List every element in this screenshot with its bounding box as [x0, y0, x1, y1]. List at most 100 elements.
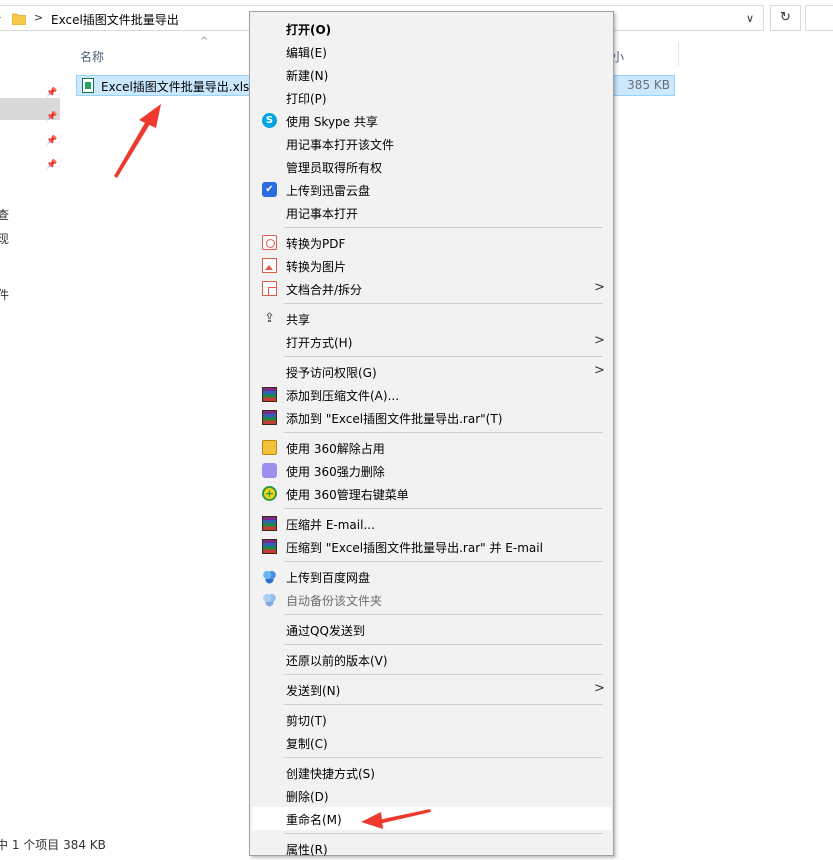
menu-separator	[284, 356, 603, 357]
360-delete-icon	[262, 463, 277, 478]
merge-split-icon	[262, 281, 277, 296]
menu-item-label: 转换为PDF	[286, 237, 346, 251]
menu-item-send-to[interactable]: 发送到(N) >	[252, 678, 611, 701]
menu-separator	[284, 704, 603, 705]
menu-item-open-notepad-file[interactable]: 用记事本打开该文件	[252, 132, 611, 155]
menu-item-take-ownership[interactable]: 管理员取得所有权	[252, 155, 611, 178]
360-unlock-icon	[262, 440, 277, 455]
menu-item-properties[interactable]: 属性(R)	[252, 837, 611, 860]
menu-item-label: 重命名(M)	[286, 813, 342, 827]
image-convert-icon	[262, 258, 277, 273]
menu-item-skype-share[interactable]: S 使用 Skype 共享	[252, 109, 611, 132]
menu-item-cut[interactable]: 剪切(T)	[252, 708, 611, 731]
winrar-icon	[262, 516, 277, 531]
menu-item-360-unlock[interactable]: 使用 360解除占用	[252, 436, 611, 459]
address-path[interactable]: Excel插图文件批量导出	[51, 11, 179, 28]
skype-icon: S	[262, 113, 277, 128]
nav-item-fragment[interactable]: 件	[0, 286, 9, 303]
menu-item-label: 压缩并 E-mail...	[286, 518, 375, 532]
menu-item-copy[interactable]: 复制(C)	[252, 731, 611, 754]
thunder-icon: ✔	[262, 182, 277, 197]
menu-item-rename[interactable]: 重命名(M)	[252, 807, 611, 830]
menu-item-compress-rar-email[interactable]: 压缩到 "Excel插图文件批量导出.rar" 并 E-mail	[252, 535, 611, 558]
menu-item-label: 属性(R)	[286, 843, 328, 857]
menu-item-edit[interactable]: 编辑(E)	[252, 40, 611, 63]
menu-item-label: 使用 360解除占用	[286, 442, 385, 456]
menu-item-grant-access[interactable]: 授予访问权限(G) >	[252, 360, 611, 383]
menu-item-convert-pdf[interactable]: 转换为PDF	[252, 231, 611, 254]
menu-item-restore-versions[interactable]: 还原以前的版本(V)	[252, 648, 611, 671]
menu-item-label: 授予访问权限(G)	[286, 366, 377, 380]
menu-separator	[284, 757, 603, 758]
menu-separator	[284, 674, 603, 675]
menu-item-baidu-upload[interactable]: 上传到百度网盘	[252, 565, 611, 588]
menu-item-add-to-rar[interactable]: 添加到 "Excel插图文件批量导出.rar"(T)	[252, 406, 611, 429]
menu-item-open-notepad[interactable]: 用记事本打开	[252, 201, 611, 224]
menu-item-label: 管理员取得所有权	[286, 161, 383, 175]
pdf-convert-icon	[262, 235, 277, 250]
menu-item-label: 删除(D)	[286, 790, 329, 804]
menu-item-label: 复制(C)	[286, 737, 328, 751]
menu-item-label: 添加到 "Excel插图文件批量导出.rar"(T)	[286, 412, 503, 426]
address-dropdown-icon[interactable]: ∨	[746, 12, 754, 25]
menu-item-label: 新建(N)	[286, 69, 329, 83]
file-size: 385 KB	[627, 78, 670, 92]
nav-item-fragment[interactable]: 查	[0, 206, 9, 223]
excel-file-icon	[82, 78, 94, 93]
submenu-chevron-icon: >	[594, 333, 605, 348]
menu-item-label: 还原以前的版本(V)	[286, 654, 388, 668]
search-input[interactable]	[805, 5, 833, 31]
menu-item-360-context-menu[interactable]: + 使用 360管理右键菜单	[252, 482, 611, 505]
360-menu-icon: +	[262, 486, 277, 501]
menu-item-delete[interactable]: 删除(D)	[252, 784, 611, 807]
menu-item-label: 转换为图片	[286, 260, 347, 274]
pin-icon: 📌	[46, 160, 58, 170]
navigation-pane: 📌 📌 📌 📌 查 现 件	[0, 40, 60, 820]
menu-separator	[284, 432, 603, 433]
nav-item-fragment[interactable]: 现	[0, 230, 9, 247]
menu-item-new[interactable]: 新建(N)	[252, 63, 611, 86]
menu-item-merge-split[interactable]: 文档合并/拆分 >	[252, 277, 611, 300]
menu-item-label: 通过QQ发送到	[286, 624, 365, 638]
share-icon: ⇪	[264, 311, 275, 326]
menu-item-add-archive[interactable]: 添加到压缩文件(A)...	[252, 383, 611, 406]
column-divider[interactable]	[678, 42, 679, 66]
menu-item-compress-email[interactable]: 压缩并 E-mail...	[252, 512, 611, 535]
submenu-chevron-icon: >	[594, 681, 605, 696]
baidu-cloud-icon	[262, 569, 277, 584]
annotation-arrow-file	[114, 104, 161, 178]
menu-item-open-with[interactable]: 打开方式(H) >	[252, 330, 611, 353]
submenu-chevron-icon: >	[594, 363, 605, 378]
menu-separator	[284, 227, 603, 228]
menu-item-label: 创建快捷方式(S)	[286, 767, 375, 781]
column-header-name[interactable]: 名称	[80, 48, 104, 65]
status-bar: 中 1 个项目 384 KB	[0, 838, 106, 852]
pin-icon: 📌	[46, 112, 58, 122]
menu-item-label: 添加到压缩文件(A)...	[286, 389, 400, 403]
menu-item-auto-backup[interactable]: 自动备份该文件夹	[252, 588, 611, 611]
menu-item-label: 共享	[286, 313, 311, 327]
refresh-button[interactable]: ↻	[770, 5, 801, 31]
menu-item-360-delete[interactable]: 使用 360强力删除	[252, 459, 611, 482]
menu-item-create-shortcut[interactable]: 创建快捷方式(S)	[252, 761, 611, 784]
menu-item-share[interactable]: ⇪ 共享	[252, 307, 611, 330]
menu-item-convert-image[interactable]: 转换为图片	[252, 254, 611, 277]
menu-separator	[284, 614, 603, 615]
breadcrumb-chevron-icon: >	[34, 11, 44, 24]
folder-icon	[12, 13, 26, 25]
menu-item-thunder-upload[interactable]: ✔ 上传到迅雷云盘	[252, 178, 611, 201]
menu-item-send-qq[interactable]: 通过QQ发送到	[252, 618, 611, 641]
menu-item-print[interactable]: 打印(P)	[252, 86, 611, 109]
menu-item-label: 使用 360强力删除	[286, 465, 385, 479]
truncated-nav-glyph: -	[0, 10, 1, 24]
menu-item-label: 剪切(T)	[286, 714, 327, 728]
menu-item-open[interactable]: 打开(O)	[252, 17, 611, 40]
menu-item-label: 使用 360管理右键菜单	[286, 488, 409, 502]
menu-item-label: 文档合并/拆分	[286, 283, 363, 297]
menu-item-label: 用记事本打开该文件	[286, 138, 395, 152]
winrar-icon	[262, 410, 277, 425]
submenu-chevron-icon: >	[594, 280, 605, 295]
file-name: Excel插图文件批量导出.xlsx	[101, 80, 257, 94]
menu-item-label: 打印(P)	[286, 92, 327, 106]
menu-separator	[284, 833, 603, 834]
